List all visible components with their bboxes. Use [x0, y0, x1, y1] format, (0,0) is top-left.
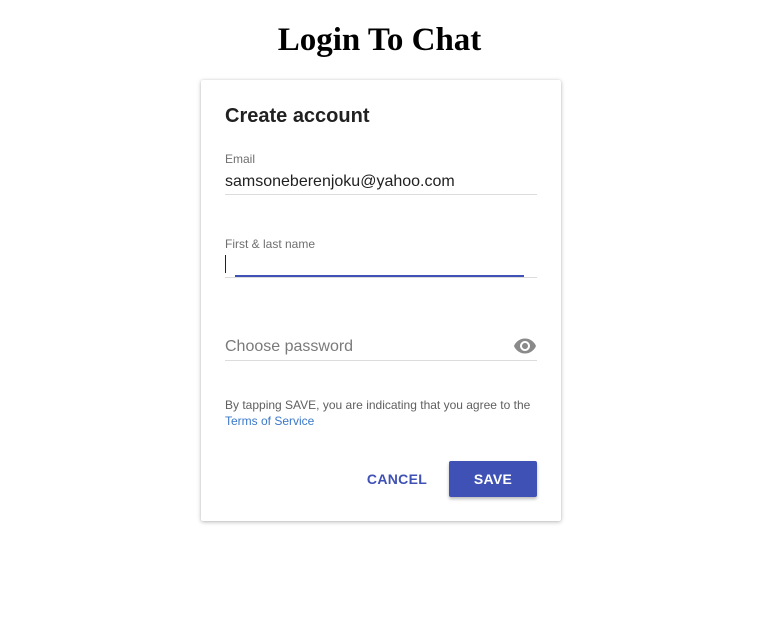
password-field-group — [225, 334, 537, 361]
terms-of-service-link[interactable]: Terms of Service — [225, 414, 314, 428]
save-button[interactable]: SAVE — [449, 461, 537, 497]
eye-icon[interactable] — [513, 334, 537, 358]
cancel-button[interactable]: CANCEL — [361, 461, 433, 497]
email-field-group: Email — [225, 152, 537, 196]
email-underline — [225, 194, 537, 195]
name-field[interactable] — [225, 255, 515, 275]
create-account-card: Create account Email First & last name B… — [201, 80, 561, 521]
email-field[interactable] — [225, 172, 515, 192]
name-field-group: First & last name — [225, 237, 537, 279]
page-title: Login To Chat — [277, 22, 482, 58]
name-label: First & last name — [225, 237, 316, 251]
name-focus-underline — [235, 275, 524, 277]
card-title: Create account — [225, 105, 370, 127]
password-field[interactable] — [225, 337, 515, 357]
name-underline — [225, 277, 537, 278]
terms-text: By tapping SAVE, you are indicating that… — [225, 398, 531, 412]
email-label: Email — [225, 152, 256, 166]
password-underline — [225, 360, 537, 361]
terms-notice: By tapping SAVE, you are indicating that… — [225, 397, 537, 429]
